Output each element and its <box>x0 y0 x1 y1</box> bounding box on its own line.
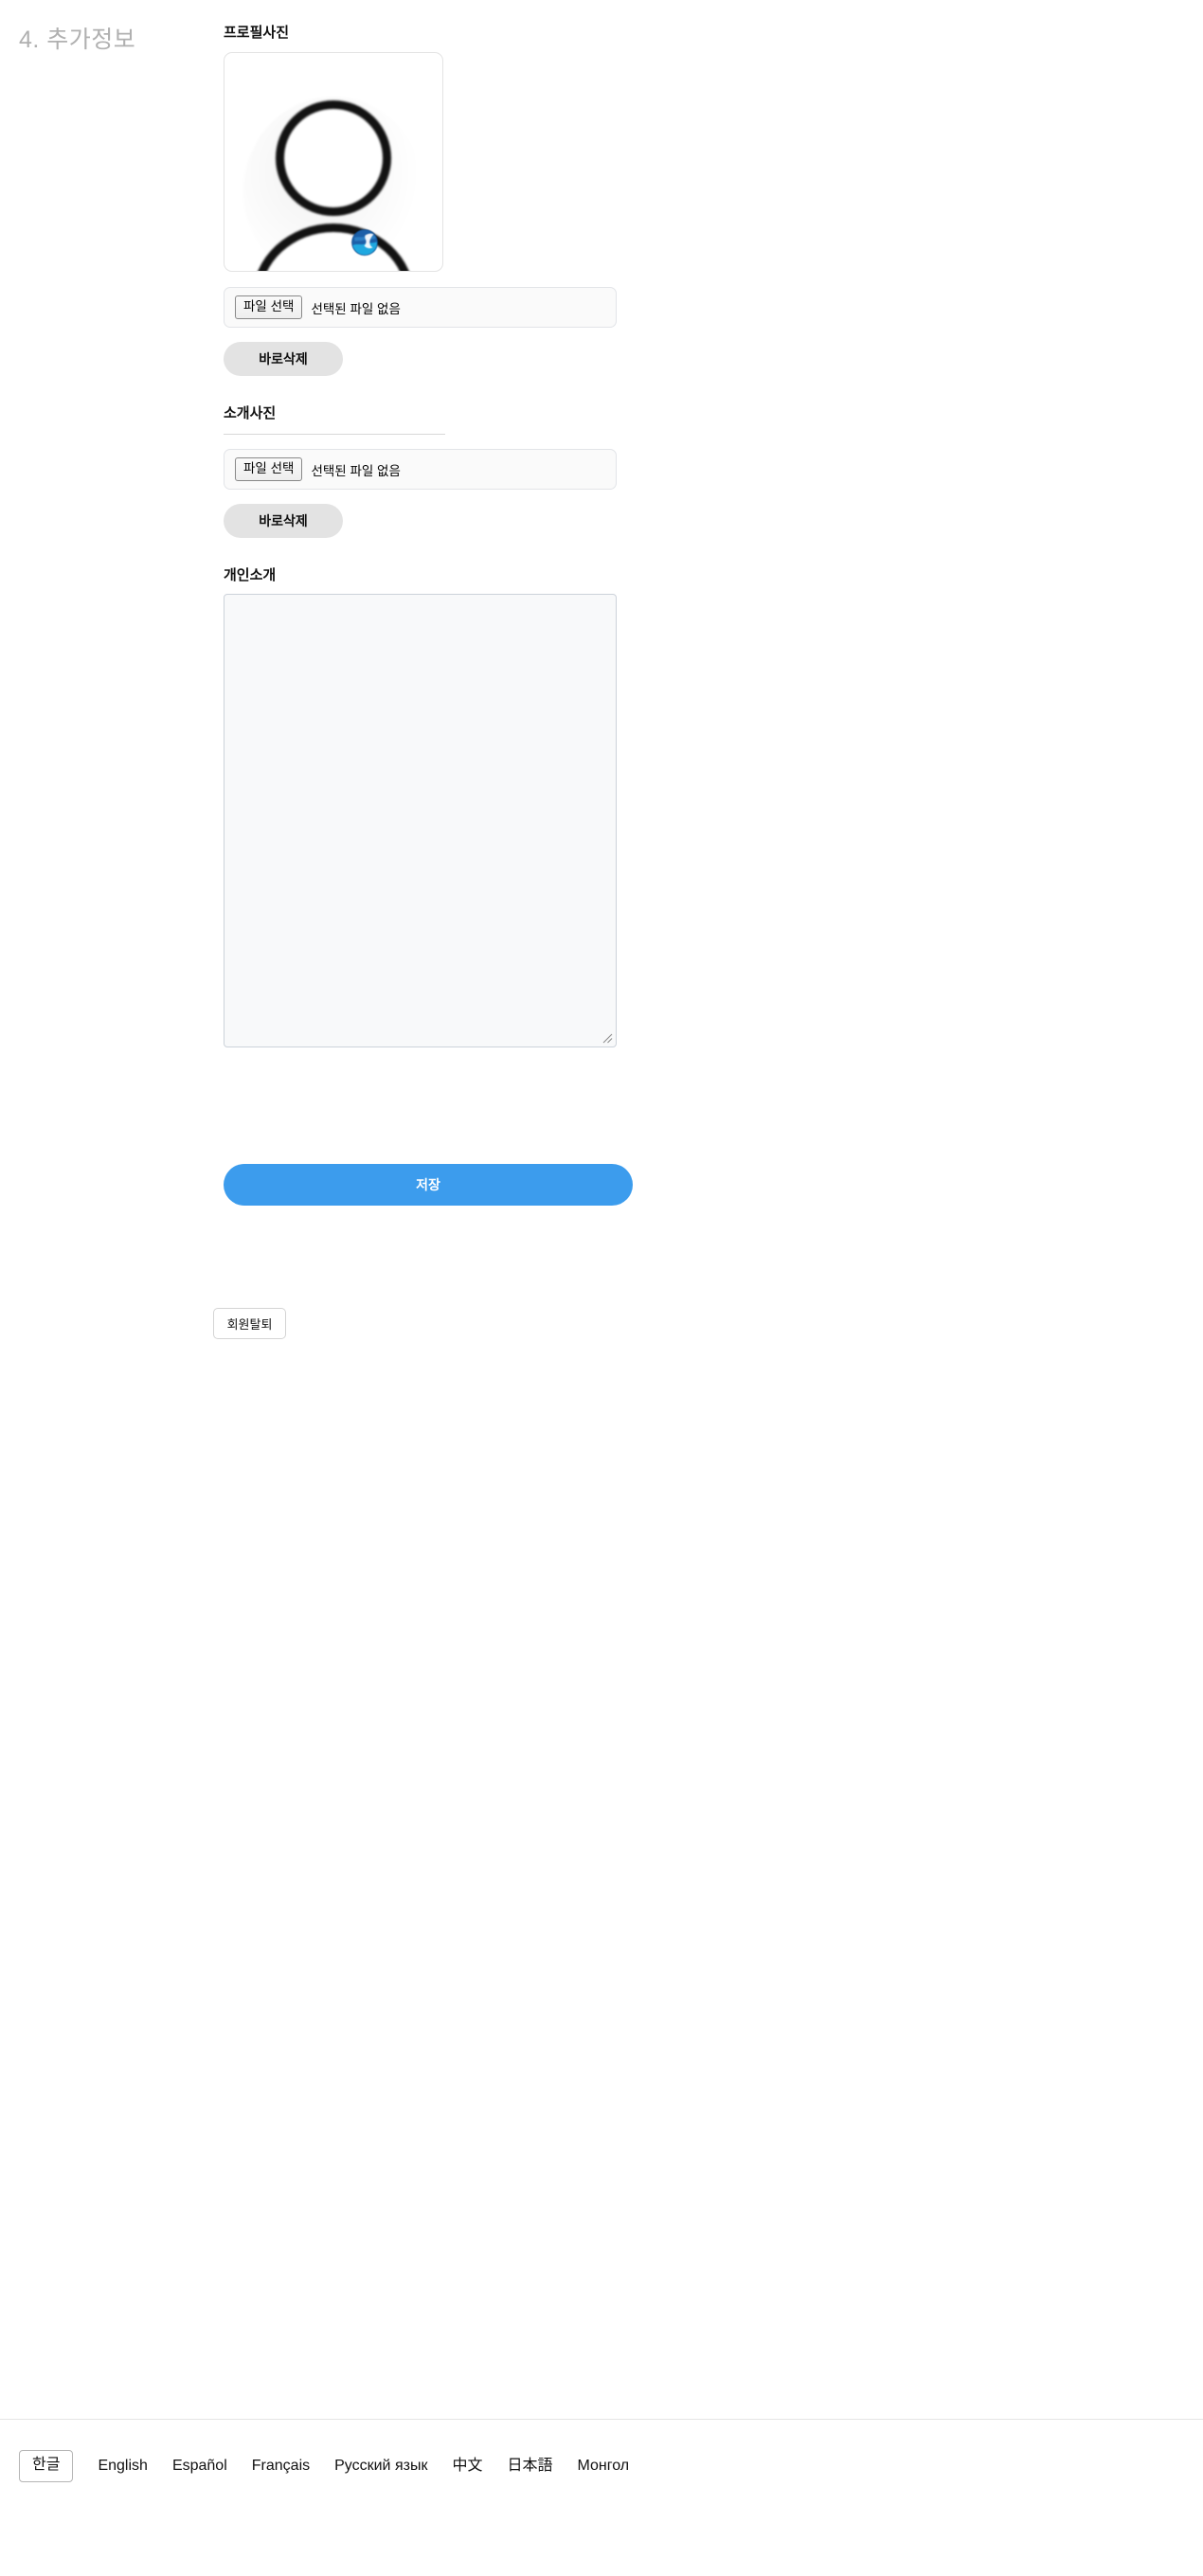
profile-photo-label: 프로필사진 <box>224 25 290 41</box>
globe-badge-icon <box>351 229 378 256</box>
withdraw-membership-button[interactable]: 회원탈퇴 <box>213 1308 286 1339</box>
intro-photo-label: 소개사진 <box>224 405 277 421</box>
profile-photo-preview <box>224 52 443 272</box>
bio-textarea[interactable] <box>224 594 617 1047</box>
profile-photo-choose-file-button[interactable]: 파일 선택 <box>235 295 303 319</box>
profile-photo-file-input[interactable]: 파일 선택 선택된 파일 없음 <box>224 287 617 328</box>
intro-photo-file-status: 선택된 파일 없음 <box>311 463 401 478</box>
save-button[interactable]: 저장 <box>224 1164 633 1206</box>
language-option-6[interactable]: 日本語 <box>507 2457 577 2477</box>
intro-photo-choose-file-button[interactable]: 파일 선택 <box>235 457 303 481</box>
avatar-head-shape <box>276 100 391 216</box>
intro-photo-delete-button[interactable]: 바로삭제 <box>224 504 343 538</box>
language-option-5[interactable]: 中文 <box>452 2457 507 2477</box>
intro-photo-file-input[interactable]: 파일 선택 선택된 파일 없음 <box>224 449 617 490</box>
profile-photo-delete-button[interactable]: 바로삭제 <box>224 342 343 376</box>
language-option-7[interactable]: Монгол <box>577 2457 654 2477</box>
section-heading: 4. 추가정보 <box>19 27 136 53</box>
bio-label: 개인소개 <box>224 567 277 583</box>
person-avatar-icon <box>224 53 442 271</box>
language-selector: 한글 English Español Français Русский язык 中文 日本… <box>19 2450 654 2482</box>
language-option-2[interactable]: Español <box>172 2457 252 2477</box>
language-option-3[interactable]: Français <box>252 2457 334 2477</box>
language-option-0[interactable]: 한글 <box>19 2450 74 2482</box>
intro-photo-divider <box>224 434 445 435</box>
profile-photo-file-status: 선택된 파일 없음 <box>311 301 401 316</box>
language-option-1[interactable]: English <box>98 2457 171 2477</box>
footer-divider <box>0 2419 1203 2420</box>
language-option-4[interactable]: Русский язык <box>334 2457 452 2477</box>
